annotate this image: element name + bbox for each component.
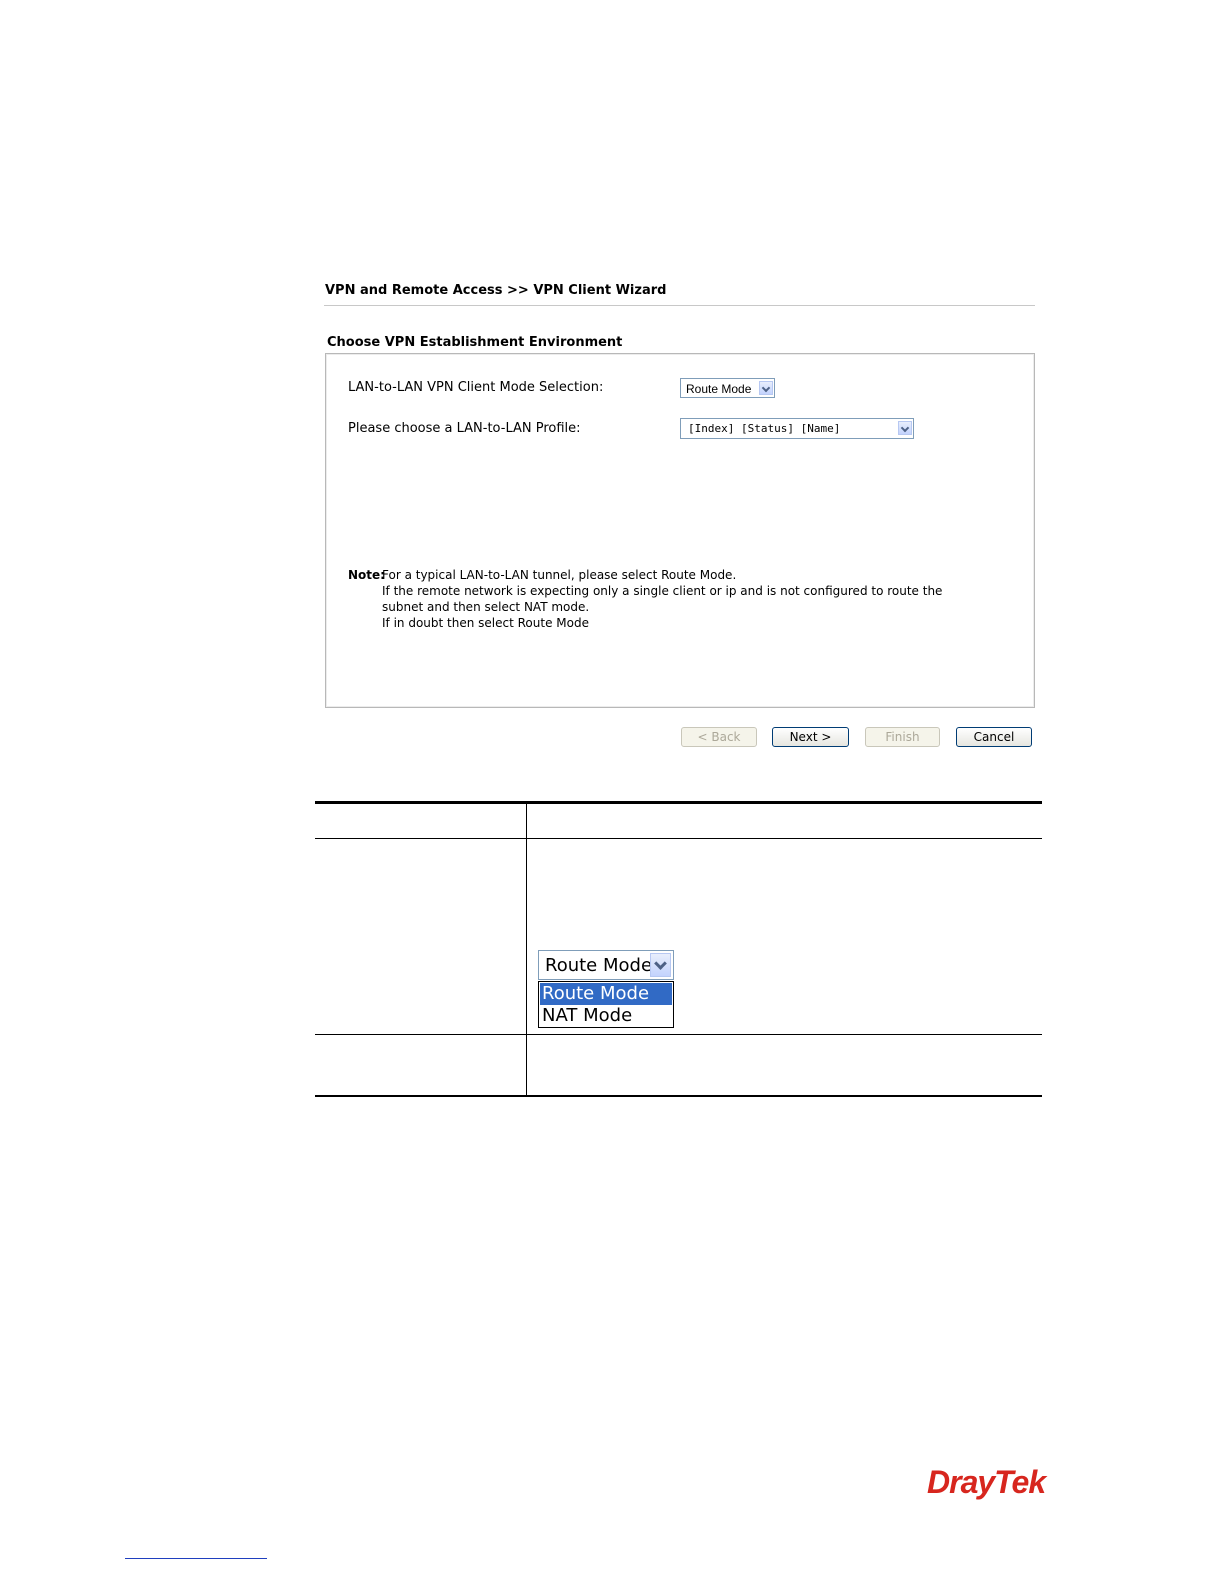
footer-link-underline	[125, 1558, 267, 1559]
cancel-button[interactable]: Cancel	[956, 727, 1032, 747]
breadcrumb-divider	[324, 305, 1035, 306]
chevron-down-icon[interactable]	[650, 953, 671, 977]
back-button[interactable]: < Back	[681, 727, 757, 747]
chevron-down-icon[interactable]	[898, 421, 912, 435]
note-text: For a typical LAN-to-LAN tunnel, please …	[382, 567, 1002, 631]
option-nat-mode[interactable]: NAT Mode	[540, 1005, 672, 1027]
mode-selection-label: LAN-to-LAN VPN Client Mode Selection:	[348, 380, 604, 395]
profile-select-value: [Index] [Status] [Name]	[688, 422, 841, 435]
next-button[interactable]: Next >	[772, 727, 849, 747]
finish-button[interactable]: Finish	[865, 727, 940, 747]
mode-select[interactable]: Route Mode	[680, 378, 775, 398]
note-label: Note:	[348, 568, 385, 582]
option-route-mode[interactable]: Route Mode	[540, 983, 672, 1005]
profile-select[interactable]: [Index] [Status] [Name]	[680, 418, 914, 439]
table-header-rule	[315, 838, 1042, 839]
mode-select-value: Route Mode	[686, 382, 752, 396]
table-row-rule	[315, 1034, 1042, 1035]
note-line: For a typical LAN-to-LAN tunnel, please …	[382, 568, 737, 582]
section-title: Choose VPN Establishment Environment	[327, 335, 623, 350]
profile-label: Please choose a LAN-to-LAN Profile:	[348, 421, 581, 436]
note-line: If the remote network is expecting only …	[382, 584, 943, 598]
mode-dropdown-example[interactable]: Route Mode	[538, 950, 674, 980]
table-top-rule	[315, 801, 1042, 804]
table-bottom-rule	[315, 1095, 1042, 1097]
chevron-down-icon[interactable]	[759, 381, 773, 395]
table-column-divider	[526, 803, 527, 1096]
draytek-logo: DrayTek	[927, 1464, 1046, 1500]
note-line: subnet and then select NAT mode.	[382, 600, 590, 614]
note-line: If in doubt then select Route Mode	[382, 616, 589, 630]
mode-dropdown-list: Route Mode NAT Mode	[538, 981, 674, 1028]
mode-dropdown-value: Route Mode	[545, 955, 653, 976]
breadcrumb: VPN and Remote Access >> VPN Client Wiza…	[325, 283, 667, 298]
wizard-panel	[325, 353, 1035, 708]
